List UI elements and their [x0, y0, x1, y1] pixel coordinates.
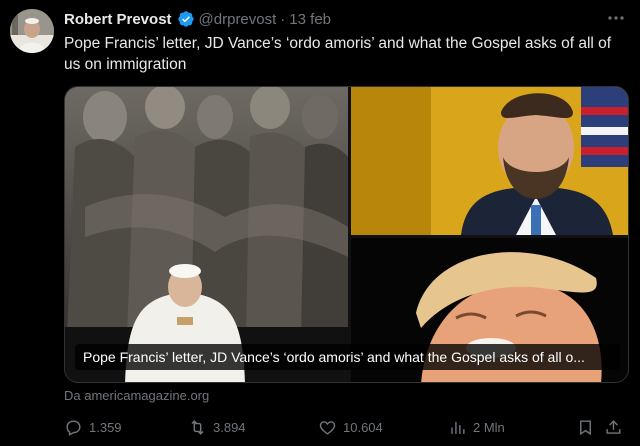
share-button[interactable]	[604, 418, 623, 437]
timestamp[interactable]: 13 feb	[289, 11, 331, 28]
more-icon[interactable]	[604, 8, 628, 28]
card-image-statue-pope	[65, 87, 348, 382]
like-button[interactable]: 10.604	[318, 418, 383, 437]
verified-badge-icon	[177, 10, 195, 28]
card-source[interactable]: Da americamagazine.org	[64, 388, 209, 403]
views-icon	[448, 418, 467, 437]
like-icon	[318, 418, 337, 437]
bookmark-button[interactable]	[576, 418, 595, 437]
tweet-text: Pope Francis’ letter, JD Vance’s ‘ordo a…	[64, 35, 612, 73]
author-handle[interactable]: @drprevost	[199, 11, 277, 28]
retweet-button[interactable]: 3.894	[188, 418, 246, 437]
author-name[interactable]: Robert Prevost	[64, 11, 172, 28]
card-image-vance	[351, 87, 628, 235]
separator: ·	[280, 10, 286, 28]
tweet[interactable]: Robert Prevost @drprevost · 13 feb Pope …	[0, 0, 640, 446]
tweet-header: Robert Prevost @drprevost · 13 feb	[64, 9, 331, 29]
retweet-count: 3.894	[213, 420, 246, 435]
views-button[interactable]: 2 Mln	[448, 418, 505, 437]
action-bar: 1.359 3.894 10.604 2 Mln	[64, 418, 624, 440]
bookmark-icon	[576, 418, 595, 437]
link-card[interactable]: Pope Francis’ letter, JD Vance’s ‘ordo a…	[64, 86, 629, 383]
reply-button[interactable]: 1.359	[64, 418, 122, 437]
avatar[interactable]	[10, 9, 54, 53]
share-icon	[604, 418, 623, 437]
reply-count: 1.359	[89, 420, 122, 435]
reply-icon	[64, 418, 83, 437]
card-caption[interactable]: Pope Francis’ letter, JD Vance’s ‘ordo a…	[75, 344, 620, 370]
views-count: 2 Mln	[473, 420, 505, 435]
retweet-icon	[188, 418, 207, 437]
like-count: 10.604	[343, 420, 383, 435]
